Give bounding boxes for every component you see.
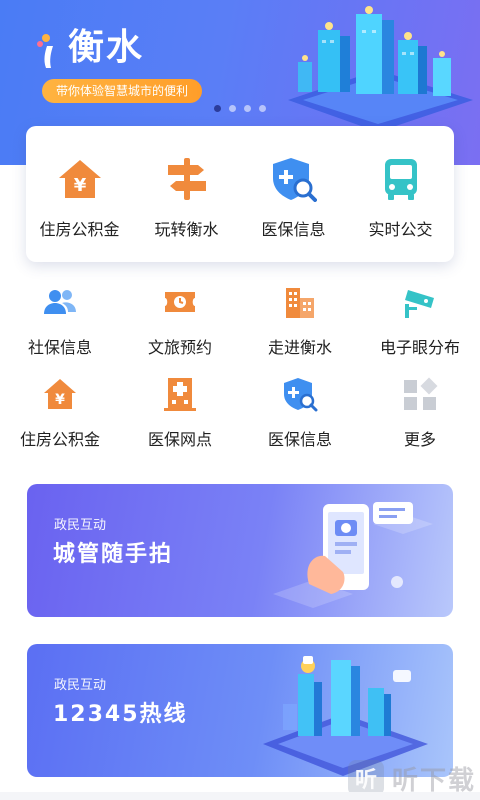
banner-kicker: 政民互动: [54, 518, 107, 533]
logo-mark-icon: [37, 34, 53, 68]
carousel-dot-active[interactable]: [214, 105, 221, 112]
service-label: 文旅预约: [147, 338, 212, 357]
cctv-camera-icon: [405, 290, 434, 318]
smart-city-illustration: [288, 6, 473, 132]
service-label: 走进衡水: [267, 338, 332, 357]
service-medical-outlets[interactable]: 医保网点: [120, 370, 240, 462]
service-housing-fund[interactable]: ¥ 住房公积金: [26, 126, 133, 262]
house-yuan-icon: ¥: [58, 160, 101, 198]
svg-text:¥: ¥: [73, 175, 86, 196]
phone-photo-illustration: [273, 502, 433, 608]
banner-city-management[interactable]: 政民互动 城管随手拍: [27, 484, 453, 617]
ticket-clock-icon: [165, 292, 195, 312]
bottom-divider: [0, 792, 480, 800]
carousel-indicator[interactable]: [214, 105, 266, 112]
service-social-security[interactable]: 社保信息: [0, 278, 120, 370]
shield-plus-search-icon: [272, 158, 317, 202]
service-cctv-distribution[interactable]: 电子眼分布: [360, 278, 480, 370]
service-more[interactable]: 更多: [360, 370, 480, 462]
bus-icon: [384, 159, 417, 200]
banner-title: 12345热线: [53, 702, 188, 727]
banner-title: 城管随手拍: [53, 542, 174, 567]
main-services-card: ¥ 住房公积金 玩转衡水 医保信息 实时公交: [26, 126, 454, 262]
service-label: 电子眼分布: [379, 338, 460, 357]
service-label: 玩转衡水: [154, 220, 219, 239]
carousel-dot[interactable]: [229, 105, 236, 112]
service-housing-fund-2[interactable]: ¥ 住房公积金: [0, 370, 120, 462]
people-icon: [44, 290, 76, 314]
services-row: 社保信息 文旅预约 走进衡水 电子眼分布: [0, 278, 480, 370]
watermark-logo: 听: [347, 760, 384, 796]
services-grid: 社保信息 文旅预约 走进衡水 电子眼分布 ¥ 住房公积金 医保网点 医保信息 更…: [0, 278, 480, 462]
service-label: 住房公积金: [39, 220, 120, 239]
service-label: 医保网点: [147, 430, 212, 449]
carousel-dot[interactable]: [259, 105, 266, 112]
services-row: ¥ 住房公积金 医保网点 医保信息 更多: [0, 370, 480, 462]
signpost-icon: [167, 158, 206, 200]
slogan-badge: 带你体验智慧城市的便利: [42, 79, 203, 103]
service-medical-info-2[interactable]: 医保信息: [240, 370, 360, 462]
app-name: 衡水: [68, 27, 145, 68]
service-label: 住房公积金: [19, 430, 100, 449]
service-label: 医保信息: [261, 220, 326, 239]
banner-kicker: 政民互动: [54, 678, 107, 693]
buildings-icon: [286, 288, 314, 318]
service-realtime-bus[interactable]: 实时公交: [347, 126, 454, 262]
service-explore-hengshui[interactable]: 玩转衡水: [133, 126, 240, 262]
service-label: 实时公交: [368, 220, 433, 239]
watermark-text: 听下载: [391, 765, 476, 796]
app-logo: 衡水: [34, 24, 174, 74]
house-yuan-icon: ¥: [44, 379, 76, 409]
svg-text:¥: ¥: [55, 392, 65, 408]
hospital-icon: [164, 378, 196, 411]
more-grid-icon: [404, 377, 438, 410]
service-culture-tourism[interactable]: 文旅预约: [120, 278, 240, 370]
service-visit-hengshui[interactable]: 走进衡水: [240, 278, 360, 370]
service-medical-info[interactable]: 医保信息: [240, 126, 347, 262]
service-label: 更多: [403, 430, 436, 449]
service-label: 医保信息: [267, 430, 332, 449]
shield-plus-search-icon: [284, 378, 318, 412]
carousel-dot[interactable]: [244, 105, 251, 112]
service-label: 社保信息: [27, 338, 92, 357]
